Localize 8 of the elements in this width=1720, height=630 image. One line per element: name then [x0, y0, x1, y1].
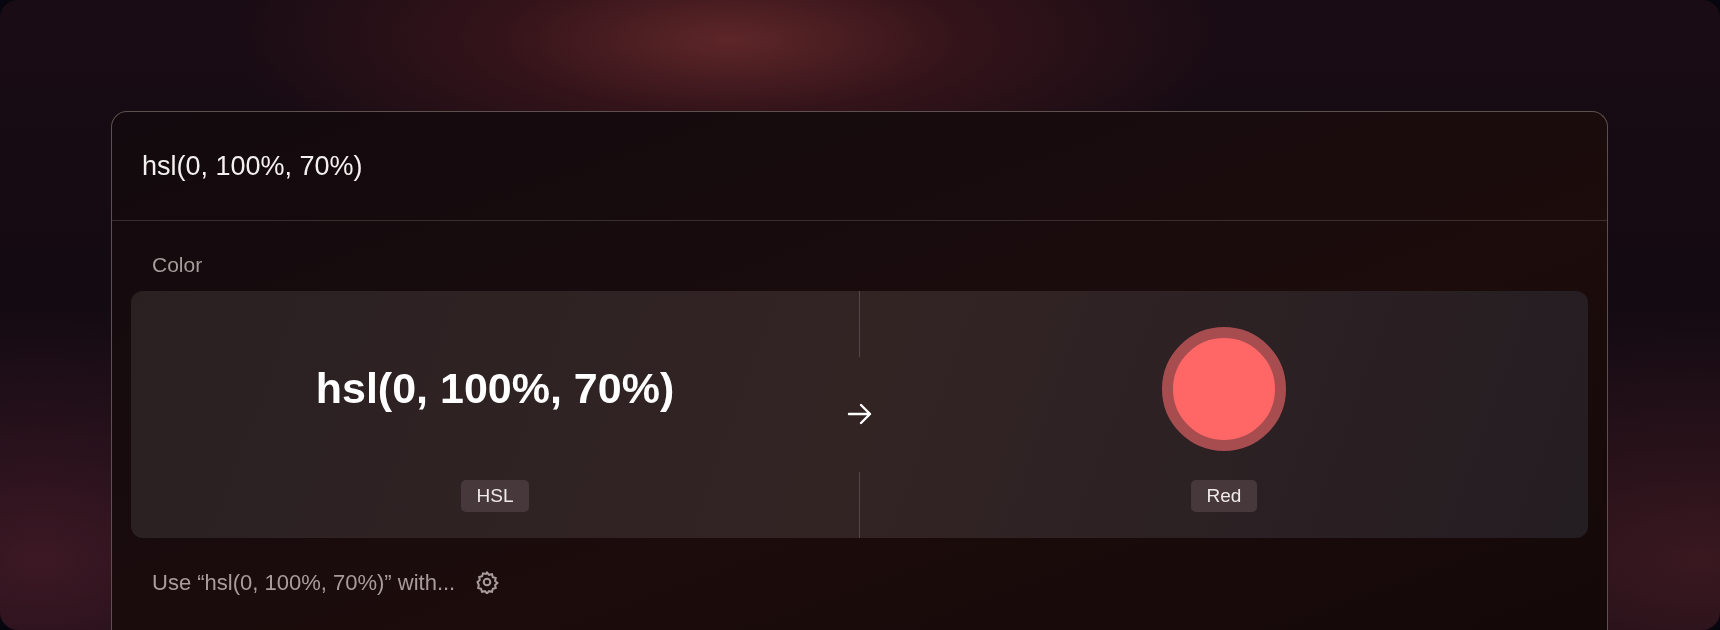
settings-icon[interactable] — [475, 570, 500, 594]
format-tag: HSL — [460, 479, 530, 513]
section-title: Color — [151, 252, 204, 278]
color-name-tag: Red — [1190, 479, 1258, 513]
action-hint: Use “hsl(0, 100%, 70%)” with... — [152, 568, 456, 597]
arrow-icon — [846, 403, 873, 425]
input-value: hsl(0, 100%, 70%) — [315, 367, 675, 410]
search-field[interactable]: hsl(0, 100%, 70%) — [142, 145, 1577, 187]
